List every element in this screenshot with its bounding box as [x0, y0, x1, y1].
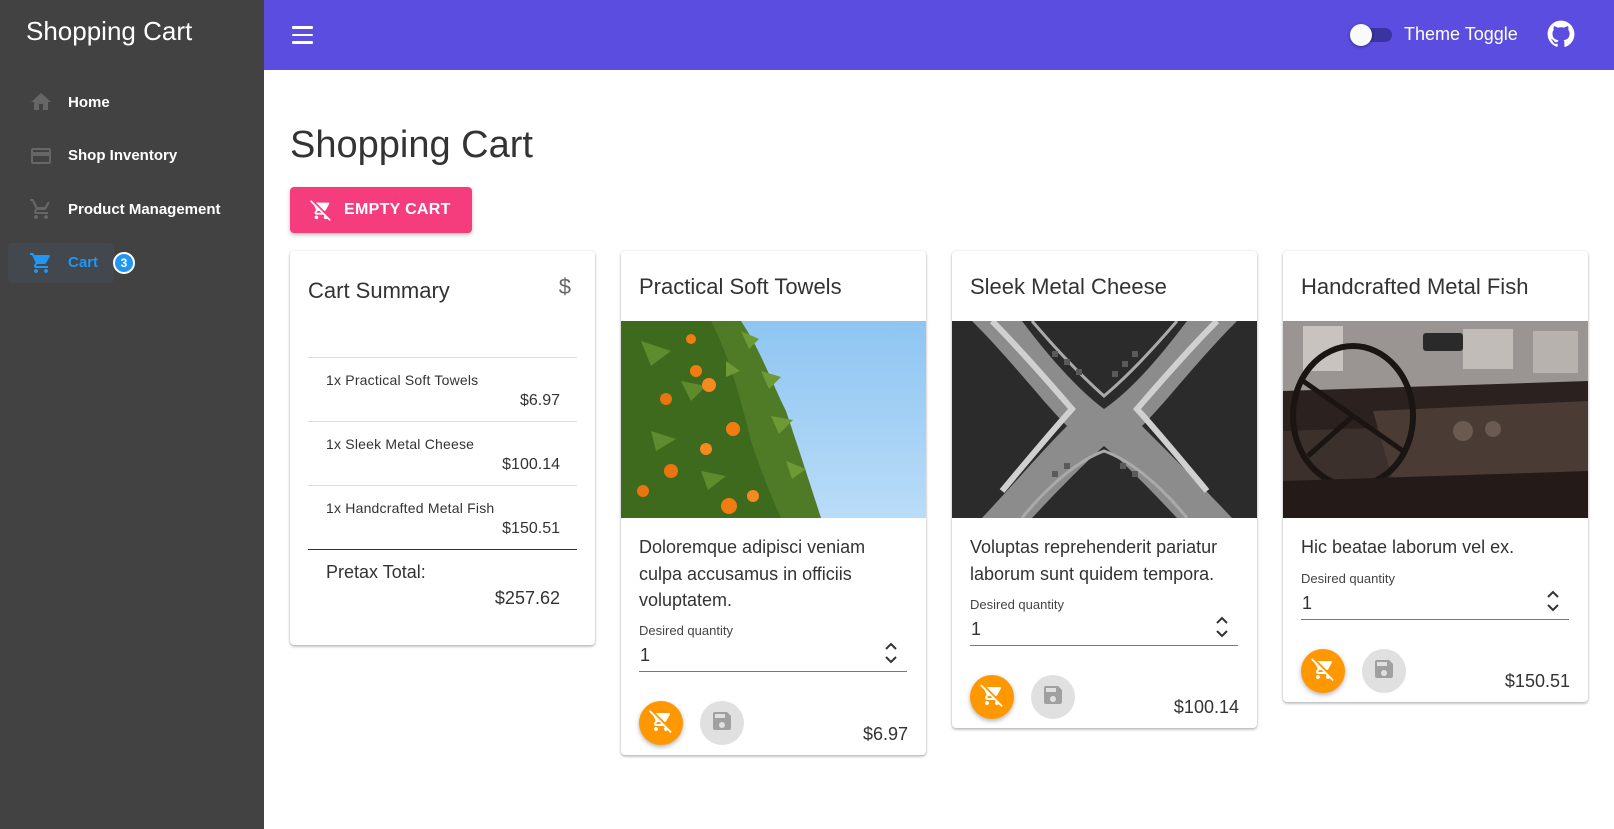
quantity-stepper[interactable]: 1	[1301, 590, 1569, 620]
active-indicator	[8, 242, 114, 283]
home-icon	[28, 89, 54, 115]
quantity-stepper[interactable]: 1	[970, 616, 1238, 646]
orange-tree-image	[621, 321, 926, 518]
spinner-arrows-icon[interactable]	[1545, 586, 1561, 616]
empty-cart-button[interactable]: EMPTY CART	[290, 187, 472, 233]
quantity-field: Desired quantity 1	[1301, 571, 1569, 620]
credit-card-icon	[28, 143, 54, 169]
empty-cart-label: EMPTY CART	[344, 201, 451, 218]
sidebar-item-cart[interactable]: Cart 3	[8, 242, 256, 283]
spinner-arrows-icon[interactable]	[1214, 612, 1230, 642]
summary-item-price: $150.51	[502, 520, 560, 537]
summary-item-price: $6.97	[519, 392, 560, 409]
product-card: Practical Soft Towels Doloremque adipisc…	[621, 251, 926, 755]
quantity-field: Desired quantity 1	[639, 623, 907, 672]
save-button[interactable]	[700, 701, 744, 745]
cart-summary-title: Cart Summary	[308, 278, 450, 303]
product-title: Handcrafted Metal Fish	[1301, 274, 1529, 299]
save-icon	[710, 709, 734, 738]
product-title: Sleek Metal Cheese	[970, 274, 1167, 299]
remove-from-cart-button[interactable]	[1301, 649, 1345, 693]
save-icon	[1372, 657, 1396, 686]
menu-icon[interactable]	[292, 22, 320, 48]
list-item: 1x Sleek Metal Cheese $100.14	[308, 421, 577, 485]
remove-shopping-cart-icon	[649, 709, 673, 738]
product-description: Voluptas reprehenderit pariatur laborum …	[970, 537, 1218, 584]
list-item: 1x Practical Soft Towels $6.97	[308, 357, 577, 421]
quantity-value: 1	[971, 619, 982, 639]
product-description: Doloremque adipisci veniam culpa accusam…	[639, 537, 866, 610]
theme-toggle-switch[interactable]	[1350, 24, 1394, 46]
app-bar: Theme Toggle	[264, 0, 1614, 70]
arch-ceiling-image	[952, 318, 1257, 519]
dollar-icon: $	[558, 274, 571, 299]
quantity-value: 1	[1302, 593, 1313, 613]
sidebar-title: Shopping Cart	[26, 16, 193, 46]
sidebar: Shopping Cart Home Shop Inventory Produc…	[0, 0, 264, 829]
quantity-stepper[interactable]: 1	[639, 642, 907, 672]
quantity-label: Desired quantity	[1301, 571, 1395, 586]
save-icon	[1041, 683, 1065, 712]
product-card: Handcrafted Metal Fish Hic beatae laboru…	[1283, 251, 1588, 702]
list-item: 1x Handcrafted Metal Fish $150.51	[308, 485, 577, 549]
cart-outline-icon	[28, 196, 54, 222]
quantity-label: Desired quantity	[970, 597, 1064, 612]
sidebar-item-label: Home	[68, 93, 110, 111]
summary-item-name: 1x Sleek Metal Cheese	[326, 436, 475, 452]
toggle-thumb	[1350, 24, 1372, 46]
remove-shopping-cart-icon	[980, 683, 1004, 712]
cart-icon	[28, 250, 54, 276]
remove-from-cart-button[interactable]	[970, 675, 1014, 719]
summary-item-name: 1x Practical Soft Towels	[326, 372, 479, 388]
remove-shopping-cart-icon	[310, 199, 332, 221]
cart-summary-card: Cart Summary $ 1x Practical Soft Towels …	[290, 251, 595, 645]
sidebar-item-shop-inventory[interactable]: Shop Inventory	[8, 136, 256, 176]
summary-item-price: $100.14	[502, 456, 560, 473]
summary-item-name: 1x Handcrafted Metal Fish	[326, 500, 495, 516]
quantity-field: Desired quantity 1	[970, 597, 1238, 646]
product-price: $100.14	[1173, 697, 1239, 717]
sidebar-item-label: Product Management	[68, 200, 221, 218]
product-description: Hic beatae laborum vel ex.	[1301, 537, 1515, 557]
quantity-label: Desired quantity	[639, 623, 733, 638]
product-card: Sleek Metal Cheese Voluptas reprehenderi…	[952, 251, 1257, 728]
sidebar-item-product-management[interactable]: Product Management	[8, 189, 256, 229]
quantity-value: 1	[640, 645, 651, 665]
summary-total: Pretax Total: $257.62	[308, 549, 577, 621]
car-interior-image	[1283, 321, 1588, 518]
remove-from-cart-button[interactable]	[639, 701, 683, 745]
github-icon[interactable]	[1547, 20, 1575, 48]
product-price: $6.97	[862, 724, 908, 744]
product-price: $150.51	[1504, 671, 1570, 691]
sidebar-item-home[interactable]: Home	[8, 82, 256, 122]
sidebar-nav: Home Shop Inventory Product Management C…	[8, 82, 256, 296]
page-title: Shopping Cart	[290, 124, 533, 166]
summary-list: 1x Practical Soft Towels $6.97 1x Sleek …	[308, 357, 577, 621]
sidebar-item-label: Cart	[68, 254, 99, 271]
theme-toggle-label: Theme Toggle	[1404, 24, 1518, 44]
save-button[interactable]	[1362, 649, 1406, 693]
pretax-total-label: Pretax Total:	[326, 562, 426, 582]
remove-shopping-cart-icon	[1311, 657, 1335, 686]
save-button[interactable]	[1031, 675, 1075, 719]
spinner-arrows-icon[interactable]	[883, 638, 899, 668]
sidebar-item-label: Shop Inventory	[68, 147, 178, 164]
product-title: Practical Soft Towels	[639, 274, 842, 299]
pretax-total-value: $257.62	[494, 588, 560, 608]
cart-count-badge: 3	[113, 251, 135, 274]
